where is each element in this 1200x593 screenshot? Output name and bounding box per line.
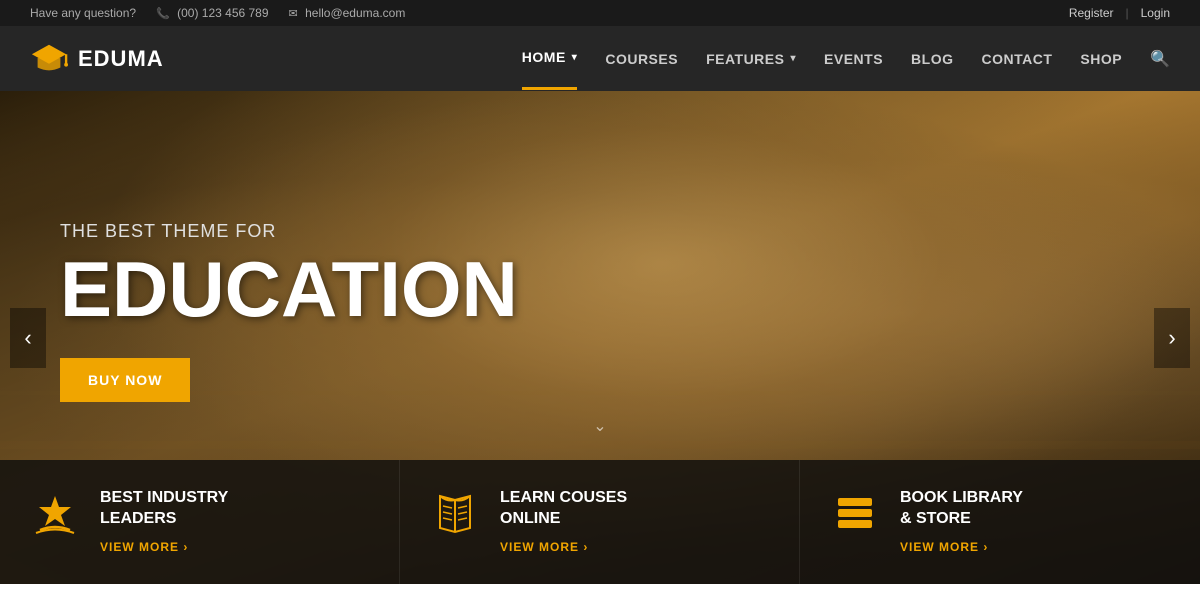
nav-blog[interactable]: BLOG: [911, 29, 953, 89]
graduation-cap-icon: [30, 40, 68, 78]
question-label: Have any question?: [30, 6, 136, 20]
nav-features[interactable]: FEATURES ▾: [706, 29, 796, 89]
register-link[interactable]: Register: [1069, 6, 1114, 20]
feature-industry-leaders-link[interactable]: VIEW MORE: [100, 540, 188, 554]
feature-book-library-text: BOOK LIBRARY& STORE VIEW MORE: [900, 488, 1023, 556]
feature-industry-leaders-title: BEST INDUSTRYLEADERS: [100, 488, 228, 530]
star-award-icon: [30, 488, 80, 545]
books-stack-icon: [830, 488, 880, 545]
login-link[interactable]: Login: [1141, 6, 1170, 20]
feature-book-library-title: BOOK LIBRARY& STORE: [900, 488, 1023, 530]
features-bar: BEST INDUSTRYLEADERS VIEW MORE: [0, 460, 1200, 584]
header: EDUMA HOME ▾ COURSES FEATURES ▾ EVENTS B…: [0, 26, 1200, 91]
feature-learn-online-link[interactable]: VIEW MORE: [500, 540, 588, 554]
feature-learn-online: LEARN COUSESONLINE VIEW MORE: [400, 460, 800, 584]
buy-now-button[interactable]: BUY NOW: [60, 358, 190, 402]
nav-shop[interactable]: SHOP: [1080, 29, 1122, 89]
feature-book-library: BOOK LIBRARY& STORE VIEW MORE: [800, 460, 1200, 584]
chevron-down-icon: ▾: [790, 53, 796, 64]
nav-courses[interactable]: COURSES: [605, 29, 678, 89]
search-icon[interactable]: 🔍: [1150, 49, 1170, 69]
email-icon: [289, 6, 302, 20]
hero-subtitle: THE BEST THEME FOR: [60, 221, 518, 242]
phone-icon: [156, 6, 174, 20]
carousel-prev-button[interactable]: ‹: [10, 308, 46, 368]
feature-book-library-link[interactable]: VIEW MORE: [900, 540, 988, 554]
feature-learn-online-text: LEARN COUSESONLINE VIEW MORE: [500, 488, 627, 556]
hero-title: EDUCATION: [60, 250, 518, 328]
logo-text: EDUMA: [78, 46, 164, 72]
nav-home[interactable]: HOME ▾: [522, 27, 578, 90]
chevron-down-icon: ▾: [572, 52, 578, 63]
open-book-icon: [430, 488, 480, 545]
hero-section: THE BEST THEME FOR EDUCATION BUY NOW ‹ ›…: [0, 91, 1200, 584]
feature-industry-leaders: BEST INDUSTRYLEADERS VIEW MORE: [0, 460, 400, 584]
feature-learn-online-title: LEARN COUSESONLINE: [500, 488, 627, 530]
nav-contact[interactable]: CONTACT: [981, 29, 1052, 89]
scroll-down-indicator: ⌄: [593, 416, 606, 436]
carousel-next-button[interactable]: ›: [1154, 308, 1190, 368]
nav-events[interactable]: EVENTS: [824, 29, 883, 89]
logo[interactable]: EDUMA: [30, 40, 164, 78]
divider: |: [1126, 6, 1129, 20]
email-address: hello@eduma.com: [289, 6, 406, 20]
top-bar: Have any question? (00) 123 456 789 hell…: [0, 0, 1200, 26]
hero-content: THE BEST THEME FOR EDUCATION BUY NOW: [60, 221, 518, 402]
top-bar-right: Register | Login: [1069, 6, 1170, 20]
main-nav: HOME ▾ COURSES FEATURES ▾ EVENTS BLOG CO…: [522, 27, 1170, 90]
feature-industry-leaders-text: BEST INDUSTRYLEADERS VIEW MORE: [100, 488, 228, 556]
phone-number: (00) 123 456 789: [156, 6, 268, 20]
top-bar-left: Have any question? (00) 123 456 789 hell…: [30, 6, 405, 20]
